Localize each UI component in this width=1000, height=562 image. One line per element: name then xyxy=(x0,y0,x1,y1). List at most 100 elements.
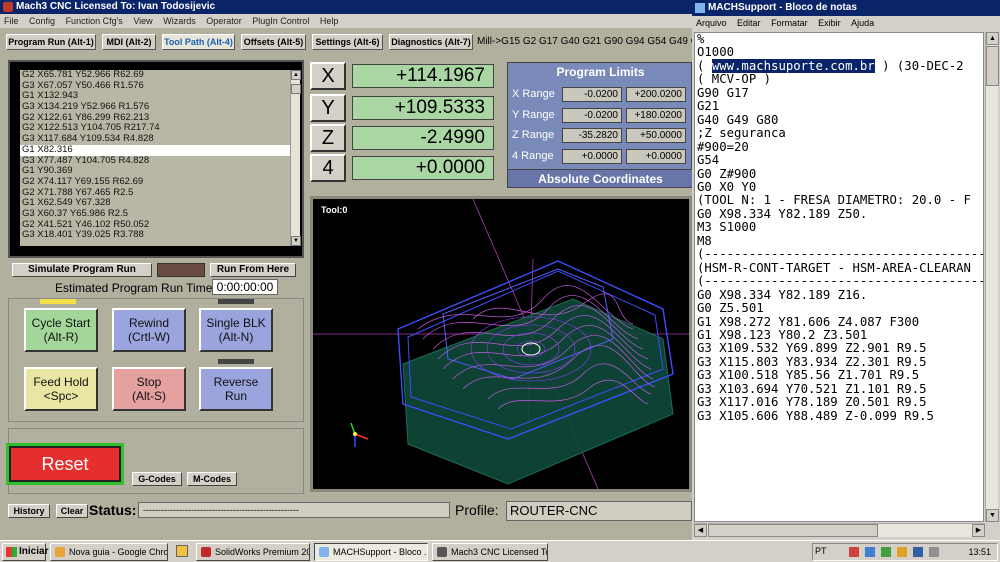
notepad-line: G1 X98.272 Y81.606 Z4.087 F300 xyxy=(697,314,920,329)
simulate-program-run-button[interactable]: Simulate Program Run xyxy=(12,263,152,277)
cycle-start-led xyxy=(40,299,76,304)
rewind-button[interactable]: Rewind (Crtl-W) xyxy=(112,308,186,352)
tray-monitor-icon[interactable] xyxy=(913,547,923,557)
gcode-scrollbar[interactable]: ▲ ▼ xyxy=(290,70,301,246)
language-indicator[interactable]: PT xyxy=(815,546,827,556)
4-range-max: +0.0000 xyxy=(626,149,686,164)
reset-button[interactable]: Reset xyxy=(6,443,124,485)
gcode-line[interactable]: G2 X74.117 Y69.155 R62.69 xyxy=(20,176,290,188)
tab-mdi[interactable]: MDI (Alt-2) xyxy=(102,34,156,50)
menu-plugin-control[interactable]: PlugIn Control xyxy=(248,16,313,26)
y-range-max: +180.0200 xyxy=(626,108,686,123)
menu-config[interactable]: Config xyxy=(25,16,59,26)
scroll-up-icon[interactable]: ▲ xyxy=(291,70,301,80)
run-from-here-button[interactable]: Run From Here xyxy=(210,263,296,277)
clear-button[interactable]: Clear xyxy=(56,504,88,518)
tab-diagnostics[interactable]: Diagnostics (Alt-7) xyxy=(389,34,473,50)
tray-java-icon[interactable] xyxy=(897,547,907,557)
zero-y-button[interactable]: Y xyxy=(310,94,346,122)
gcode-line[interactable]: G3 X18.401 Y39.025 R3.788 xyxy=(20,230,290,241)
notepad-line: G90 G17 xyxy=(697,85,749,100)
dro-z[interactable]: -2.4990 xyxy=(352,126,494,150)
mach3-menu-bar: File Config Function Cfg's View Wizards … xyxy=(0,14,692,28)
notepad-line: G0 Z#900 xyxy=(697,166,757,181)
profile-label: Profile: xyxy=(455,502,499,518)
single-blk-button[interactable]: Single BLK (Alt-N) xyxy=(199,308,273,352)
tray-clock[interactable]: 13:51 xyxy=(968,547,991,557)
tray-shield-icon[interactable] xyxy=(849,547,859,557)
menu-function-cfgs[interactable]: Function Cfg's xyxy=(62,16,127,26)
np-hscroll-thumb[interactable] xyxy=(708,524,878,537)
notepad-title-bar[interactable]: MACHSupport - Bloco de notas xyxy=(692,0,1000,16)
notepad-line: ( www.machsuporte.com.br ) (30-DEC-2 xyxy=(697,58,964,73)
tray-update-icon[interactable] xyxy=(881,547,891,557)
notepad-vertical-scrollbar[interactable]: ▲ ▼ xyxy=(985,32,999,522)
start-button[interactable]: Iniciar xyxy=(2,543,48,561)
mach3-app-icon xyxy=(3,2,13,12)
notepad-title: MACHSupport - Bloco de notas xyxy=(708,2,857,13)
notepad-text-area[interactable]: % O1000( www.machsuporte.com.br ) (30-DEC… xyxy=(694,32,984,522)
np-scroll-left-icon[interactable]: ◀ xyxy=(694,524,707,537)
stop-button[interactable]: Stop (Alt-S) xyxy=(112,367,186,411)
taskbar-button[interactable]: Nova guia - Google Chrome xyxy=(50,543,168,561)
mach3-title-bar[interactable]: Mach3 CNC Licensed To: Ivan Todosijevic xyxy=(0,0,692,14)
np-menu-exibir[interactable]: Exibir xyxy=(814,18,845,28)
tray-volume-icon[interactable] xyxy=(929,547,939,557)
menu-view[interactable]: View xyxy=(129,16,156,26)
zero-z-button[interactable]: Z xyxy=(310,124,346,152)
feed-hold-button[interactable]: Feed Hold <Spc> xyxy=(24,367,98,411)
tab-settings[interactable]: Settings (Alt-6) xyxy=(312,34,383,50)
m-codes-button[interactable]: M-Codes xyxy=(187,472,237,486)
cycle-start-button[interactable]: Cycle Start (Alt-R) xyxy=(24,308,98,352)
notepad-line: M8 xyxy=(697,233,712,248)
notepad-line: G3 X117.016 Y78.189 Z0.501 R9.5 xyxy=(697,395,927,410)
folder-icon[interactable] xyxy=(176,545,188,557)
est-run-time-value: 0:00:00:00 xyxy=(212,279,278,295)
toolpath-display[interactable]: Tool:0 xyxy=(310,196,692,492)
status-label: Status: xyxy=(89,502,137,518)
zero-4-button[interactable]: 4 xyxy=(310,154,346,182)
tab-tool-path[interactable]: Tool Path (Alt-4) xyxy=(162,34,235,50)
y-range-label: Y Range xyxy=(512,109,555,121)
notepad-line: % xyxy=(697,32,705,46)
np-scroll-thumb[interactable] xyxy=(986,46,999,86)
menu-file[interactable]: File xyxy=(0,16,23,26)
menu-operator[interactable]: Operator xyxy=(202,16,246,26)
notepad-line: #900=20 xyxy=(697,139,749,154)
absolute-coordinates-label[interactable]: Absolute Coordinates xyxy=(508,169,692,187)
np-scroll-right-icon[interactable]: ▶ xyxy=(972,524,985,537)
np-menu-ajuda[interactable]: Ajuda xyxy=(847,18,878,28)
reverse-run-button[interactable]: Reverse Run xyxy=(199,367,273,411)
tray-network-icon[interactable] xyxy=(865,547,875,557)
task-app-icon xyxy=(55,547,65,557)
zero-x-button[interactable]: X xyxy=(310,62,346,90)
profile-field: ROUTER-CNC xyxy=(506,501,692,521)
taskbar-button[interactable]: SolidWorks Premium 201... xyxy=(196,543,310,561)
z-range-min: -35.2820 xyxy=(562,128,622,143)
g-codes-button[interactable]: G-Codes xyxy=(132,472,182,486)
gcode-list[interactable]: G2 X65.781 Y52.966 R62.69 G3 X67.057 Y50.… xyxy=(20,70,290,246)
dro-x[interactable]: +114.1967 xyxy=(352,64,494,88)
scroll-thumb[interactable] xyxy=(291,84,301,94)
dro-4[interactable]: +0.0000 xyxy=(352,156,494,180)
np-scroll-down-icon[interactable]: ▼ xyxy=(986,509,999,522)
np-menu-formatar[interactable]: Formatar xyxy=(767,18,812,28)
taskbar-button[interactable]: MACHSupport - Bloco ... xyxy=(314,543,428,561)
gcode-line[interactable]: G1 X82.316 xyxy=(20,144,290,156)
history-button[interactable]: History xyxy=(8,504,50,518)
np-menu-arquivo[interactable]: Arquivo xyxy=(692,18,731,28)
taskbar-button[interactable]: Mach3 CNC Licensed To... xyxy=(432,543,548,561)
tab-program-run[interactable]: Program Run (Alt-1) xyxy=(6,34,96,50)
menu-wizards[interactable]: Wizards xyxy=(159,16,200,26)
toolpath-render xyxy=(313,198,689,490)
np-scroll-up-icon[interactable]: ▲ xyxy=(986,32,999,45)
np-menu-editar[interactable]: Editar xyxy=(733,18,765,28)
notepad-horizontal-scrollbar[interactable]: ◀ ▶ xyxy=(694,523,985,537)
scroll-down-icon[interactable]: ▼ xyxy=(291,236,301,246)
dro-panel: X +114.1967 Y +109.5333 Z -2.4990 4 +0.0… xyxy=(310,60,504,188)
tab-offsets[interactable]: Offsets (Alt-5) xyxy=(241,34,306,50)
selected-text[interactable]: www.machsuporte.com.br xyxy=(711,58,875,73)
program-limits-panel: Program Limits X Range -0.0200 +200.0200… xyxy=(507,62,692,188)
dro-y[interactable]: +109.5333 xyxy=(352,96,494,120)
menu-help[interactable]: Help xyxy=(316,16,343,26)
